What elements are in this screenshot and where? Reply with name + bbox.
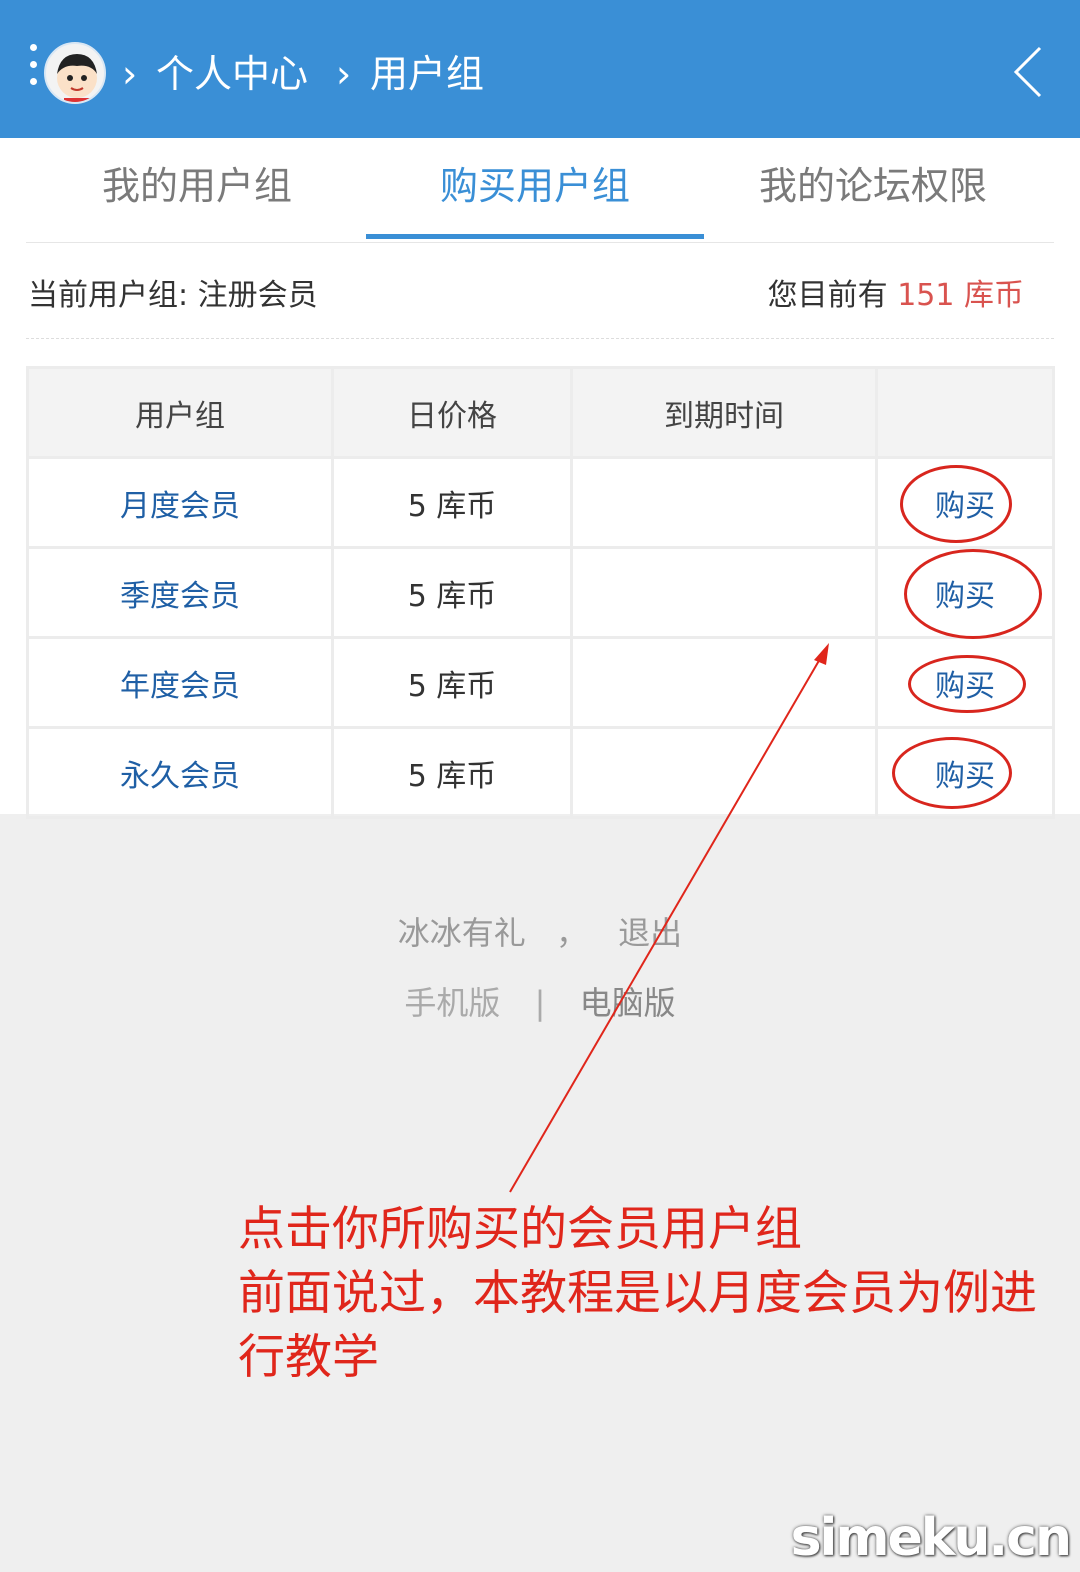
annotation-line-2: 前面说过，本教程是以月度会员为例进行教学 bbox=[238, 1266, 1037, 1385]
annotation-text: 点击你所购买的会员用户组 前面说过，本教程是以月度会员为例进行教学 bbox=[238, 1198, 1068, 1390]
watermark: simeku.cn bbox=[790, 1508, 1072, 1568]
annotation-line-1: 点击你所购买的会员用户组 bbox=[238, 1202, 802, 1257]
